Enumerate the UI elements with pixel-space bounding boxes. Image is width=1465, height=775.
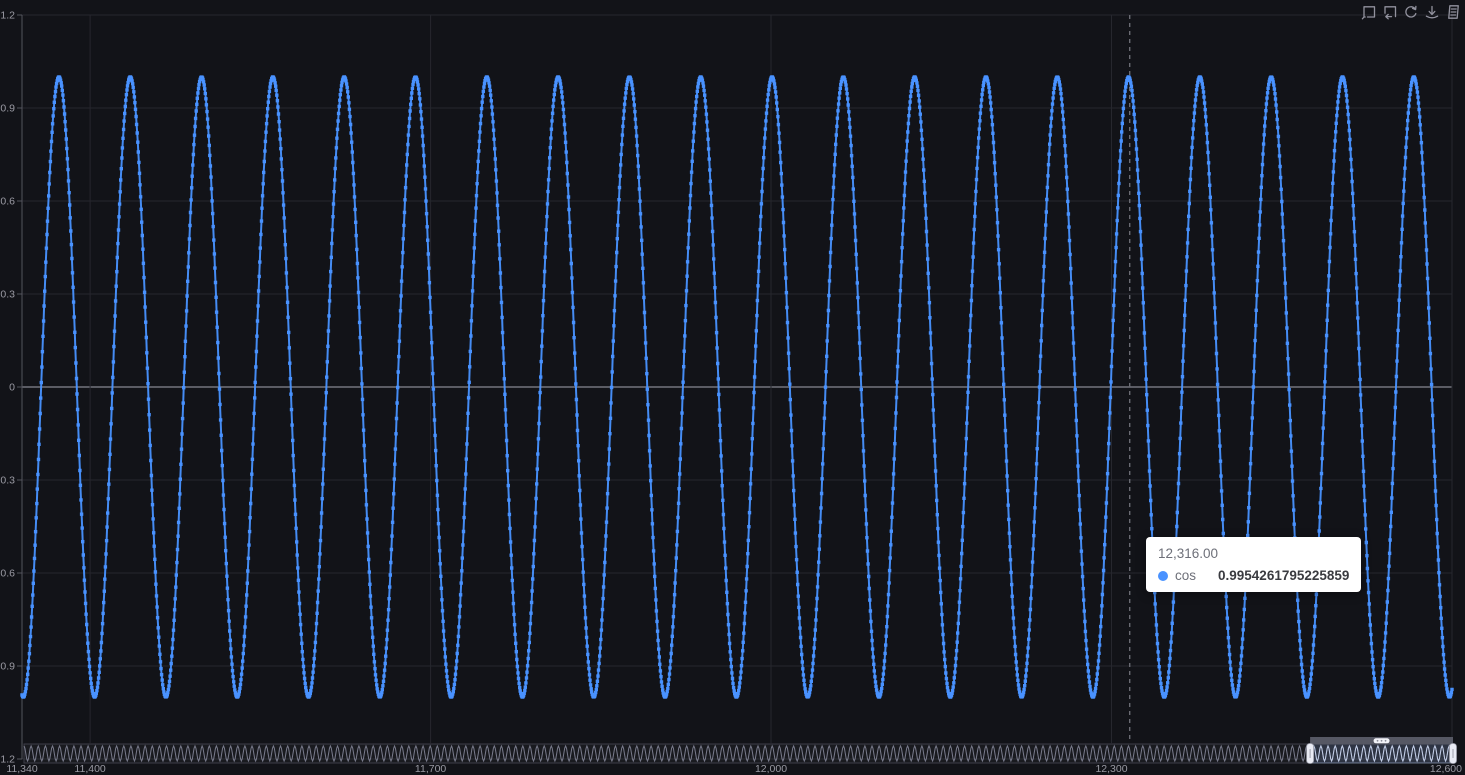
y-axis-label: 0 [9, 382, 15, 394]
toolbox [1361, 4, 1461, 20]
chart-container: 1.20.90.60.30-0.3-0.6-0.9-1.211,34011,40… [0, 0, 1465, 775]
y-axis-label: -0.9 [0, 661, 15, 673]
save-image-icon[interactable] [1424, 4, 1440, 20]
x-axis-label: 11,700 [415, 763, 446, 775]
box-zoom-icon[interactable] [1361, 4, 1377, 20]
y-axis-label: -0.3 [0, 475, 15, 487]
datazoom-slider[interactable] [23, 737, 1457, 764]
y-axis-label: -0.6 [0, 568, 15, 580]
tooltip-series-row: cos 0.9954261795225859 [1158, 568, 1349, 583]
tooltip-x-value: 12,316.00 [1158, 546, 1219, 561]
zoom-reset-icon[interactable] [1382, 4, 1398, 20]
y-axis-label: 0.6 [0, 196, 15, 208]
data-view-icon[interactable] [1445, 4, 1461, 20]
y-axis-label: 0.3 [0, 289, 15, 301]
x-axis-label: 12,600 [1430, 763, 1462, 775]
series-marker-icon [1158, 570, 1168, 581]
x-gridlines [89, 15, 1453, 743]
y-axis-label: 1.2 [0, 10, 15, 22]
plot-area[interactable]: 1.20.90.60.30-0.3-0.6-0.9-1.211,34011,40… [0, 0, 1465, 775]
y-axis: 1.20.90.60.30-0.3-0.6-0.9-1.2 [0, 10, 23, 766]
x-axis: 11,340 11,400 11,700 12,000 12,300 12,600 [6, 763, 1462, 775]
restore-icon[interactable] [1403, 4, 1419, 20]
x-axis-label: 12,000 [755, 763, 787, 775]
x-axis-label: 11,340 [6, 763, 37, 775]
tooltip: 12,316.00 cos 0.9954261795225859 [1146, 537, 1362, 592]
x-axis-label: 12,300 [1095, 763, 1127, 775]
y-gridlines [22, 14, 1452, 760]
tooltip-series-name: cos [1175, 568, 1197, 583]
tooltip-series-value: 0.9954261795225859 [1218, 568, 1350, 583]
x-axis-label: 11,400 [74, 763, 105, 775]
y-axis-label: 0.9 [0, 103, 15, 115]
